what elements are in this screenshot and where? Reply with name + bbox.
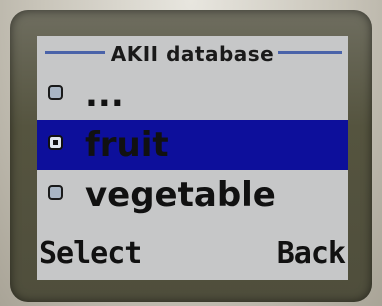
radio-dot-icon xyxy=(53,140,58,145)
phone-screen: AKII database ... fruit vegetable Select… xyxy=(37,36,348,280)
list-item-label: ... xyxy=(85,75,124,115)
list-item-fruit[interactable]: fruit xyxy=(37,120,348,170)
radio-button-icon[interactable] xyxy=(48,85,63,100)
list-item-label: fruit xyxy=(85,125,169,165)
radio-button-selected-icon[interactable] xyxy=(48,135,63,150)
phone-device: AKII database ... fruit vegetable Select… xyxy=(0,0,382,306)
title-wrapper: AKII database xyxy=(37,42,348,66)
list-item-label: vegetable xyxy=(85,175,276,215)
title-bar: AKII database xyxy=(37,36,348,70)
back-softkey[interactable]: Back xyxy=(277,236,346,271)
screen-title: AKII database xyxy=(106,42,279,66)
radio-button-icon[interactable] xyxy=(48,185,63,200)
select-softkey[interactable]: Select xyxy=(39,236,142,271)
list-item-ellipsis[interactable]: ... xyxy=(37,70,348,120)
list-item-vegetable[interactable]: vegetable xyxy=(37,170,348,220)
softkey-bar: Select Back xyxy=(37,234,348,280)
choice-list: ... fruit vegetable xyxy=(37,70,348,220)
